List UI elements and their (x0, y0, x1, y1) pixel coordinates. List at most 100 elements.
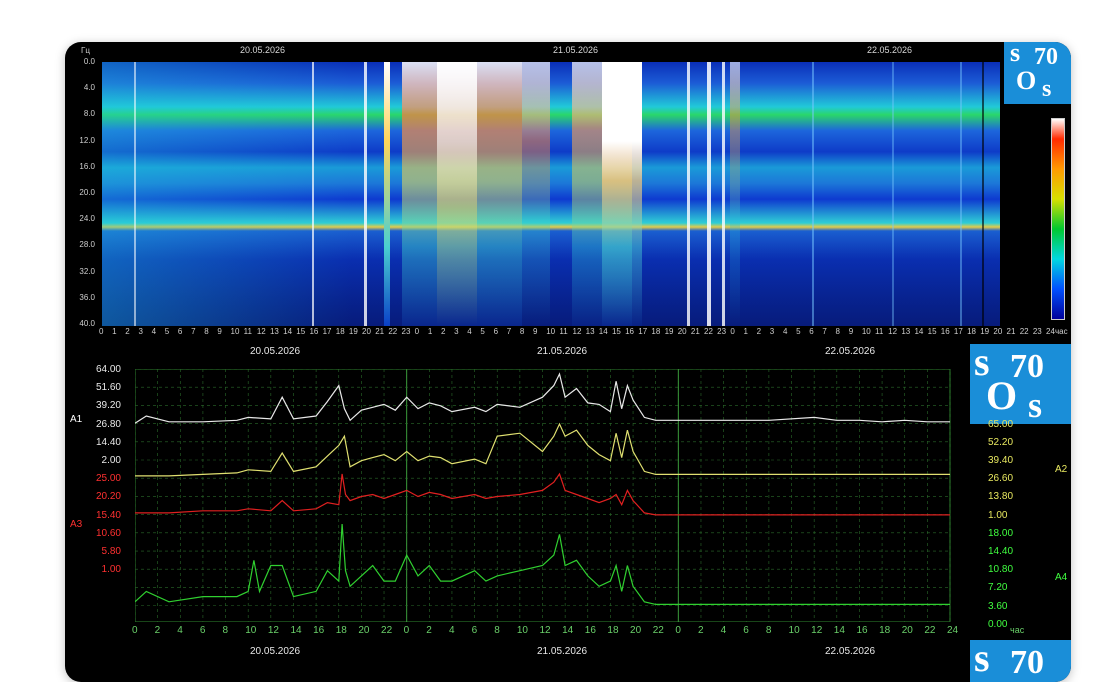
spectrogram-hour-tick: 12 (572, 327, 582, 336)
amplitude-x-tick: 22 (381, 625, 393, 636)
right-tick-a2: 52.20 (988, 436, 1014, 448)
spectrogram-hour-tick: 20 (993, 327, 1003, 336)
spectrogram-hour-tick: 2 (125, 327, 130, 336)
spectrogram-burst-band (602, 62, 642, 326)
spectrogram-hour-tick: 19 (664, 327, 674, 336)
axis-label-a1: A1 (70, 414, 83, 425)
spectrogram-hour-tick: 3 (769, 327, 775, 336)
amplitude-x-tick: 16 (856, 625, 868, 636)
spectrogram-hour-tick: 22 (388, 327, 398, 336)
amplitude-x-tick: 0 (675, 625, 681, 636)
spectrogram-hour-tick: 18 (651, 327, 661, 336)
right-tick-a4: 18.00 (988, 527, 1014, 539)
bottom-date-2: 21.05.2026 (537, 646, 588, 657)
spectrogram-hour-tick: 5 (480, 327, 485, 336)
amplitude-x-tick: 12 (811, 625, 823, 636)
left-tick-a3: 5.80 (101, 546, 121, 557)
left-tick-a1: 51.60 (95, 382, 121, 394)
amplitude-x-tick: 4 (448, 625, 455, 636)
spectrogram-hour-tick: 4 (151, 327, 157, 336)
spectrogram-hour-tick: 7 (191, 327, 196, 336)
spectrogram-hour-tick: 13 (585, 327, 595, 336)
spectrogram-hour-tick: 15 (611, 327, 621, 336)
spectrogram-hour-tick: 2 (756, 327, 762, 336)
freq-tick-label: 8.0 (83, 109, 95, 119)
frequency-unit-label: Гц (81, 46, 90, 55)
spectrogram-hour-tick: 17 (322, 327, 332, 336)
spectrogram-hour-tick: 6 (493, 327, 499, 336)
amplitude-hour-unit: час (1010, 625, 1025, 635)
spectrogram-hour-tick: 14 (914, 327, 924, 336)
sos70-logo-top: s 70 O s (1004, 42, 1071, 104)
spectrogram-hour-tick: 22 (704, 327, 713, 336)
freq-tick-label: 28.0 (79, 240, 95, 250)
amplitude-x-tick: 2 (426, 625, 432, 636)
spectrogram-hour-tick: 7 (506, 327, 512, 336)
right-tick-a4: 0.00 (988, 618, 1008, 630)
spectrogram-hour-tick: 2 (440, 327, 446, 336)
spectrogram-burst-band (134, 62, 136, 326)
amplitude-x-tick: 22 (924, 625, 936, 636)
spectrogram-burst-band (892, 62, 894, 326)
amplitude-x-tick: 6 (199, 625, 206, 636)
spectrogram-hour-tick: 4 (467, 327, 472, 336)
spectrogram-hour-tick: 0 (414, 327, 420, 336)
spectrogram-image (102, 62, 1000, 326)
freq-tick-label: 4.0 (83, 83, 95, 93)
amplitude-x-tick: 10 (788, 625, 800, 636)
amplitude-x-tick: 10 (245, 625, 257, 636)
amplitude-plot (135, 369, 982, 622)
spectrogram-hour-tick: 1 (427, 327, 433, 336)
amplitude-date-3: 22.05.2026 (825, 346, 876, 357)
spectrogram-hour-tick: 16 (309, 327, 319, 336)
spectrogram-hour-tick: 13 (269, 327, 279, 336)
freq-tick-label: 24.0 (79, 214, 95, 224)
spectrogram-hour-tick: 9 (217, 327, 222, 336)
amplitude-x-tick: 18 (879, 625, 891, 636)
left-tick-a3: 20.20 (95, 491, 121, 503)
spectrogram-hour-tick: 19 (348, 327, 358, 336)
amplitude-x-tick: 18 (335, 625, 347, 636)
amplitude-x-tick: 8 (494, 625, 500, 636)
spectrogram-date-3: 22.05.2026 (867, 45, 913, 55)
intensity-colorbar (1051, 118, 1065, 320)
spectrogram-hour-tick: 4 (782, 327, 788, 336)
right-tick-a2: 13.80 (988, 491, 1014, 503)
freq-tick-label: 32.0 (79, 266, 95, 276)
spectrogram-hour-tick: 19 (980, 327, 990, 336)
bottom-date-3: 22.05.2026 (825, 646, 876, 657)
left-tick-a1: 14.40 (95, 436, 121, 448)
amplitude-x-tick: 2 (697, 625, 704, 636)
spectrogram-hour-tick: 1 (743, 327, 748, 336)
spectrogram-hour-tick: 10 (546, 327, 556, 336)
spectrogram-hour-tick: 15 (296, 327, 306, 336)
spectrogram-hour-tick: 21 (1006, 327, 1016, 336)
amplitude-x-tick: 6 (743, 625, 749, 636)
spectrogram-hour-tick: 11 (875, 327, 884, 336)
amplitude-x-tick: 20 (901, 625, 913, 636)
right-tick-a2: 1.00 (988, 509, 1008, 521)
left-tick-a1: 26.80 (95, 418, 121, 430)
axis-label-a4: A4 (1055, 572, 1068, 583)
spectrogram-burst-band (312, 62, 314, 326)
spectrogram-hour-tick: 21 (375, 327, 385, 336)
spectrogram-hour-tick: 14 (283, 327, 293, 336)
amplitude-x-tick: 4 (177, 625, 183, 636)
spectrogram-burst-band (437, 62, 477, 326)
spectrogram-hour-tick: 8 (835, 327, 840, 336)
spectrogram-hour-tick: 17 (638, 327, 648, 336)
axis-label-a3: A3 (70, 519, 83, 530)
spectrogram-date-1: 20.05.2026 (240, 45, 286, 55)
spectrogram-hour-tick: 9 (533, 327, 538, 336)
amplitude-x-tick: 20 (358, 625, 370, 636)
schumann-chart-frame: 20.05.2026 21.05.2026 22.05.2026 Гц 0.0 4… (65, 42, 1071, 682)
spectrogram-burst-band (982, 62, 984, 326)
sos70-logo-middle: s 70 O s (970, 339, 1071, 425)
amplitude-svg (135, 369, 951, 622)
amplitude-x-tick: 16 (313, 625, 325, 636)
spectrogram-hour-tick: 16 (940, 327, 950, 336)
right-tick-a4: 14.40 (988, 546, 1014, 557)
freq-tick-label: 0.0 (83, 57, 95, 66)
spectrogram-hour-tick: 21 (690, 327, 700, 336)
amplitude-x-tick: 18 (607, 625, 619, 636)
